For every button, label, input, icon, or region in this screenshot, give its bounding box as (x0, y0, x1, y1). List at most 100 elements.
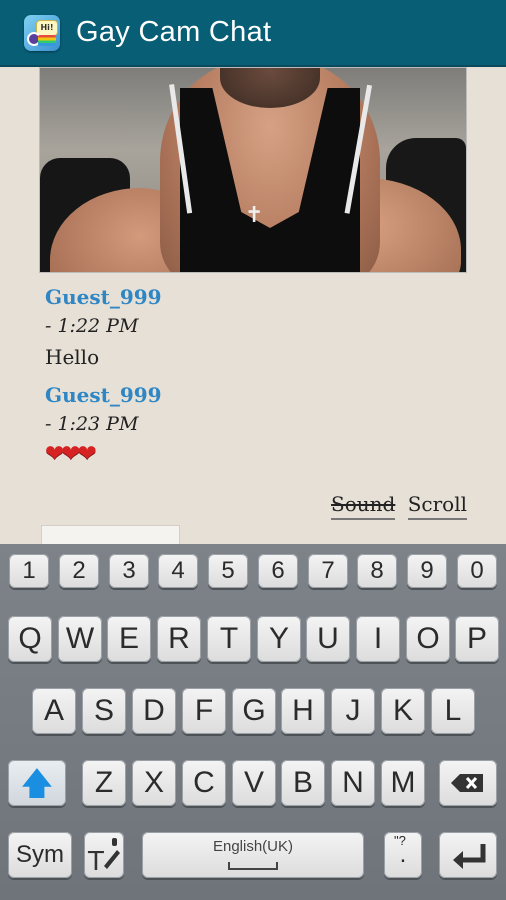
key-label: B (292, 766, 313, 799)
chat-controls: Sound Scroll (325, 492, 467, 520)
handwriting-key[interactable]: T (84, 832, 124, 878)
key-6[interactable]: 6 (258, 554, 298, 588)
rainbow-flag-icon (38, 35, 56, 46)
key-label: L (444, 694, 462, 727)
key-label: 6 (271, 557, 285, 584)
key-label: 9 (420, 557, 434, 584)
space-language-label: English(UK) (212, 838, 294, 855)
key-y[interactable]: Y (257, 616, 301, 662)
enter-key[interactable] (439, 832, 497, 878)
key-5[interactable]: 5 (208, 554, 248, 588)
key-8[interactable]: 8 (357, 554, 397, 588)
key-t[interactable]: T (207, 616, 251, 662)
key-0[interactable]: 0 (457, 554, 497, 588)
soft-keyboard: 1 2 3 4 5 6 7 8 9 0 Q W E R T Y U I O P … (0, 544, 506, 900)
key-label: 7 (321, 557, 335, 584)
key-label: I (373, 622, 383, 655)
app-title: Gay Cam Chat (76, 16, 272, 48)
message-text: Hello (45, 345, 100, 369)
key-d[interactable]: D (132, 688, 176, 734)
key-k[interactable]: K (381, 688, 425, 734)
key-label: K (392, 694, 413, 727)
message-username[interactable]: Guest_999 (45, 285, 162, 309)
key-u[interactable]: U (306, 616, 350, 662)
space-bar-icon (228, 862, 278, 870)
key-1[interactable]: 1 (9, 554, 49, 588)
key-h[interactable]: H (281, 688, 325, 734)
message-text: ❤❤❤ (45, 441, 97, 467)
scroll-toggle[interactable]: Scroll (407, 492, 467, 520)
key-label: O (416, 622, 440, 655)
key-f[interactable]: F (182, 688, 226, 734)
key-label: M (390, 766, 416, 799)
key-label: 8 (370, 557, 384, 584)
key-label: H (292, 694, 314, 727)
key-s[interactable]: S (82, 688, 126, 734)
key-g[interactable]: G (232, 688, 276, 734)
key-label: C (193, 766, 215, 799)
key-label: 4 (171, 557, 185, 584)
key-label: Y (268, 622, 289, 655)
sound-toggle[interactable]: Sound (331, 492, 396, 520)
key-label: V (243, 766, 264, 799)
key-m[interactable]: M (381, 760, 425, 806)
key-e[interactable]: E (107, 616, 151, 662)
key-label: J (345, 694, 361, 727)
key-7[interactable]: 7 (308, 554, 348, 588)
key-a[interactable]: A (32, 688, 76, 734)
key-w[interactable]: W (58, 616, 102, 662)
enter-icon (453, 844, 486, 869)
key-label: W (65, 622, 95, 655)
key-r[interactable]: R (157, 616, 201, 662)
key-b[interactable]: B (281, 760, 325, 806)
key-c[interactable]: C (182, 760, 226, 806)
key-o[interactable]: O (406, 616, 450, 662)
message-time: - 1:22 PM (45, 315, 139, 337)
key-label: 0 (470, 557, 484, 584)
key-p[interactable]: P (455, 616, 499, 662)
key-label: U (317, 622, 339, 655)
key-label: G (242, 694, 266, 727)
key-label: N (342, 766, 364, 799)
backspace-icon (451, 774, 483, 792)
key-x[interactable]: X (132, 760, 176, 806)
key-label: E (118, 622, 139, 655)
key-label: R (168, 622, 190, 655)
key-2[interactable]: 2 (59, 554, 99, 588)
chat-app-icon[interactable]: Hi! (24, 15, 60, 51)
key-label: Q (18, 622, 42, 655)
key-label: 3 (122, 557, 136, 584)
backspace-key[interactable] (439, 760, 497, 806)
webcam-video[interactable]: ✝ (39, 67, 467, 273)
key-label: S (93, 694, 114, 727)
sym-key[interactable]: Sym (8, 832, 72, 878)
key-3[interactable]: 3 (109, 554, 149, 588)
key-label: T (219, 622, 239, 655)
message-time: - 1:23 PM (45, 413, 139, 435)
key-v[interactable]: V (232, 760, 276, 806)
key-n[interactable]: N (331, 760, 375, 806)
key-label: A (43, 694, 64, 727)
key-z[interactable]: Z (82, 760, 126, 806)
key-9[interactable]: 9 (407, 554, 447, 588)
space-key[interactable]: English(UK) (142, 832, 364, 878)
key-label: X (143, 766, 164, 799)
shift-key[interactable]: 🡅 (8, 760, 66, 806)
key-q[interactable]: Q (8, 616, 52, 662)
key-label: Z (94, 766, 114, 799)
key-label: 1 (22, 557, 36, 584)
cross-pendant-icon: ✝ (245, 203, 264, 228)
handwriting-mic-icon: T (87, 838, 120, 877)
shift-arrow-icon: 🡅 (20, 765, 54, 801)
key-label: 5 (221, 557, 235, 584)
key-label: 2 (72, 557, 86, 584)
key-i[interactable]: I (356, 616, 400, 662)
key-4[interactable]: 4 (158, 554, 198, 588)
key-label: D (143, 694, 165, 727)
key-label: Sym (16, 841, 64, 868)
svg-text:T: T (87, 847, 104, 877)
key-l[interactable]: L (431, 688, 475, 734)
key-j[interactable]: J (331, 688, 375, 734)
period-key[interactable]: "? . (384, 832, 422, 878)
message-username[interactable]: Guest_999 (45, 383, 162, 407)
